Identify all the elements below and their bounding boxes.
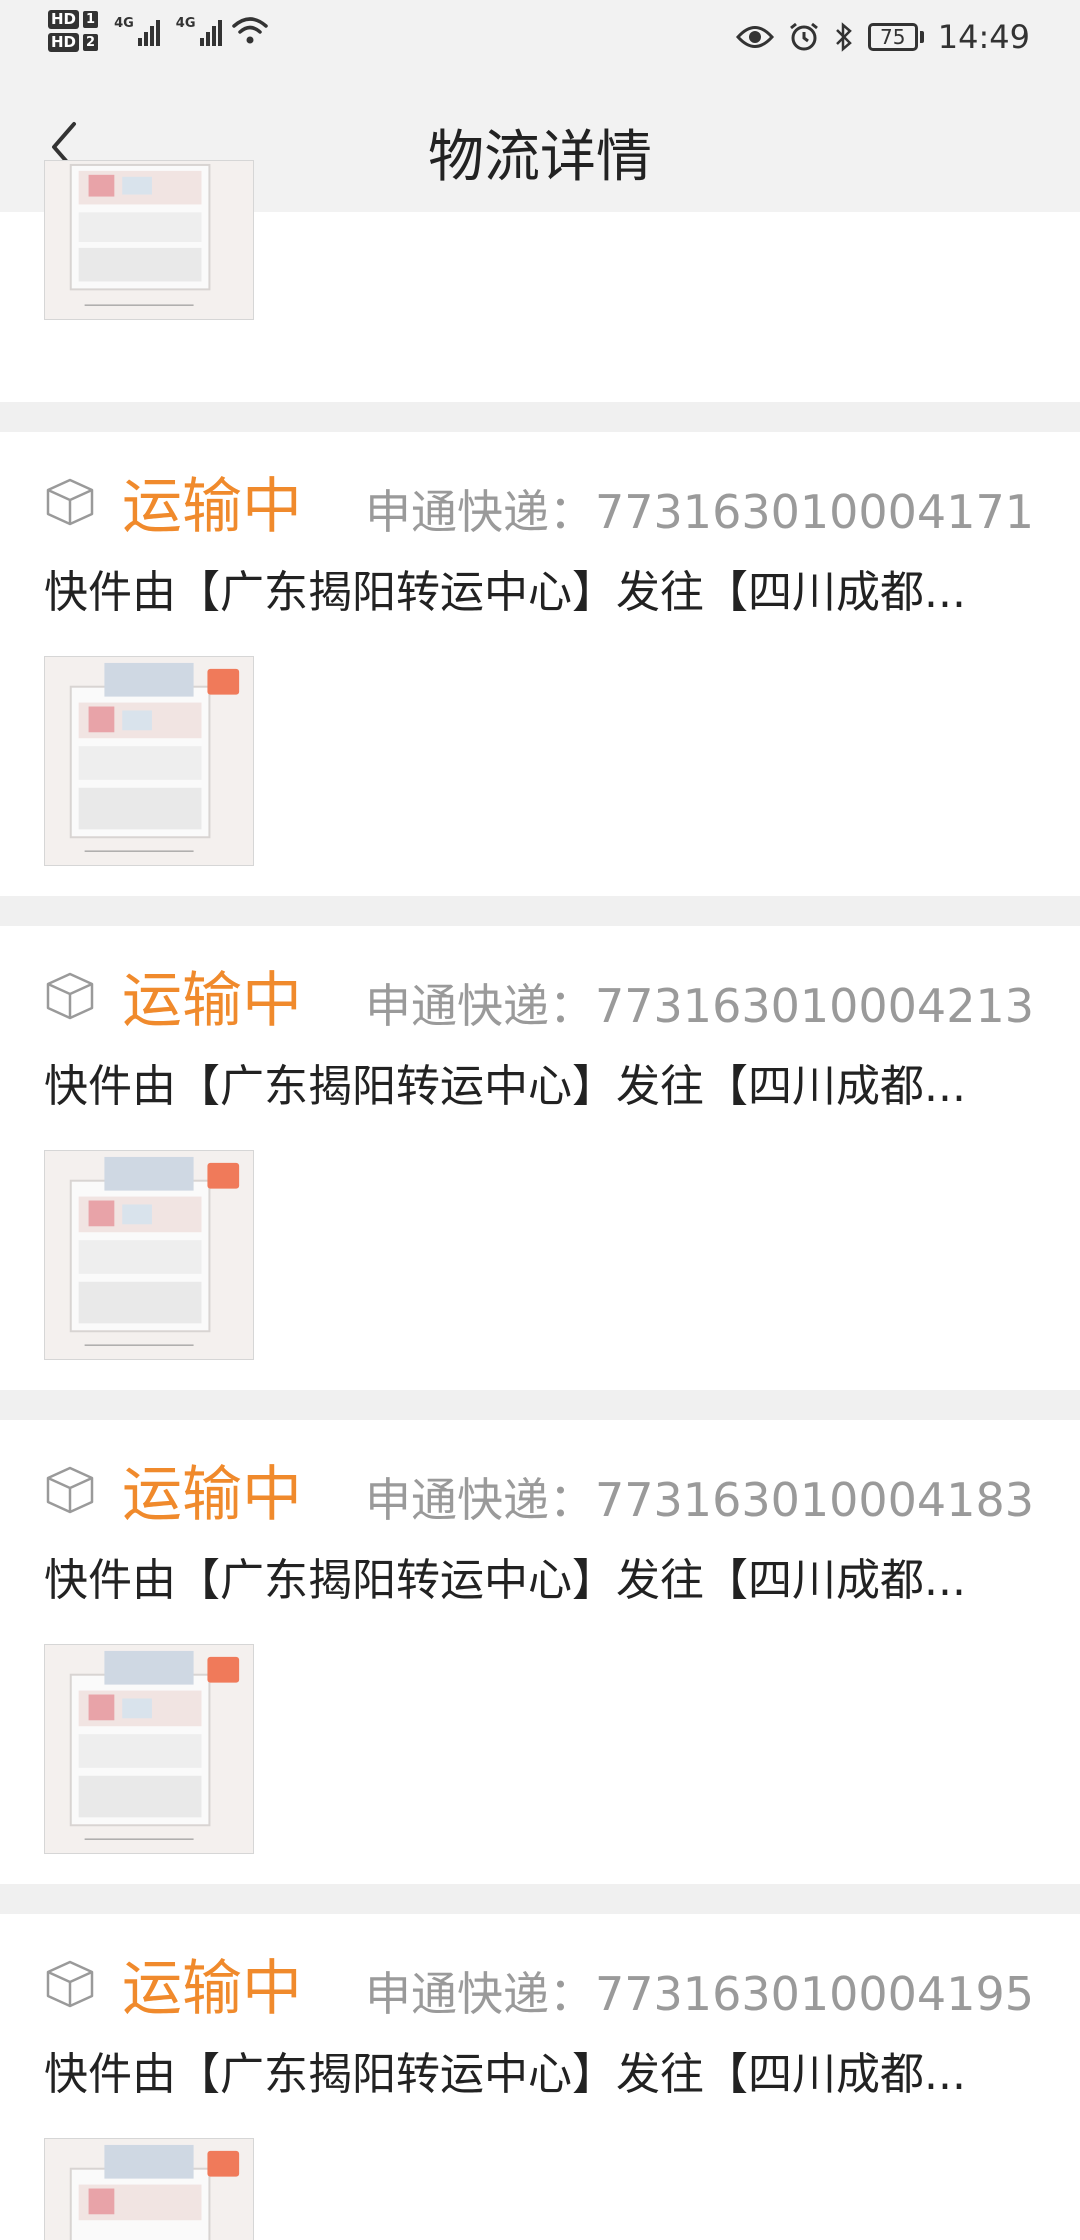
shipment-card[interactable]: 运输中 申通快递：773163010004213 快件由【广东揭阳转运中心】发往…: [0, 926, 1080, 1390]
status-right: 75 14:49: [735, 18, 1030, 56]
shipment-latest-detail: 快件由【广东揭阳转运中心】发往【四川成都...: [44, 1555, 966, 1606]
shipment-status: 运输中: [122, 472, 302, 542]
courier-tracking-number: 申通快递：773163010004183: [365, 1473, 1034, 1527]
package-box-icon: [46, 1960, 94, 2008]
signal-2-icon: 4G: [176, 16, 222, 46]
bluetooth-icon: [835, 22, 852, 52]
eye-icon: [735, 26, 774, 48]
product-thumbnail[interactable]: [44, 656, 254, 866]
shipment-latest-detail: 快件由【广东揭阳转运中心】发往【四川成都...: [44, 2049, 966, 2100]
package-box-icon: [46, 972, 94, 1020]
package-box-icon: [46, 1466, 94, 1514]
status-left: HD 1 HD 2 4G 4G: [48, 10, 268, 52]
status-bar: HD 1 HD 2 4G 4G 75 14:49: [0, 0, 1080, 80]
battery-level: 75: [867, 23, 918, 51]
product-thumbnail[interactable]: [44, 160, 254, 320]
package-box-icon: [46, 478, 94, 526]
product-thumbnail[interactable]: [44, 1150, 254, 1360]
courier-tracking-number: 申通快递：773163010004195: [365, 1967, 1034, 2021]
sim-2-number: 2: [83, 34, 99, 51]
signal-1-icon: 4G: [114, 16, 160, 46]
sim-1-number: 1: [83, 11, 99, 28]
shipment-card-partial[interactable]: [0, 160, 1080, 402]
battery-icon: 75: [867, 23, 924, 51]
shipment-status: 运输中: [122, 1954, 302, 2024]
shipment-card[interactable]: 运输中 申通快递：773163010004171 快件由【广东揭阳转运中心】发往…: [0, 432, 1080, 896]
hd-badge-1: HD: [48, 10, 80, 29]
shipment-latest-detail: 快件由【广东揭阳转运中心】发往【四川成都...: [44, 567, 966, 618]
hd-badge-2: HD: [48, 33, 80, 52]
alarm-icon: [789, 22, 818, 51]
shipment-latest-detail: 快件由【广东揭阳转运中心】发往【四川成都...: [44, 1061, 966, 1112]
shipment-status: 运输中: [122, 1460, 302, 1530]
shipment-card[interactable]: 运输中 申通快递：773163010004183 快件由【广东揭阳转运中心】发往…: [0, 1420, 1080, 1884]
courier-tracking-number: 申通快递：773163010004213: [365, 979, 1034, 1033]
wifi-icon: [231, 17, 268, 44]
shipment-card[interactable]: 运输中 申通快递：773163010004195 快件由【广东揭阳转运中心】发往…: [0, 1914, 1080, 2240]
clock-time: 14:49: [937, 18, 1030, 56]
shipment-status: 运输中: [122, 966, 302, 1036]
product-thumbnail[interactable]: [44, 2138, 254, 2240]
product-thumbnail[interactable]: [44, 1644, 254, 1854]
courier-tracking-number: 申通快递：773163010004171: [365, 485, 1034, 539]
